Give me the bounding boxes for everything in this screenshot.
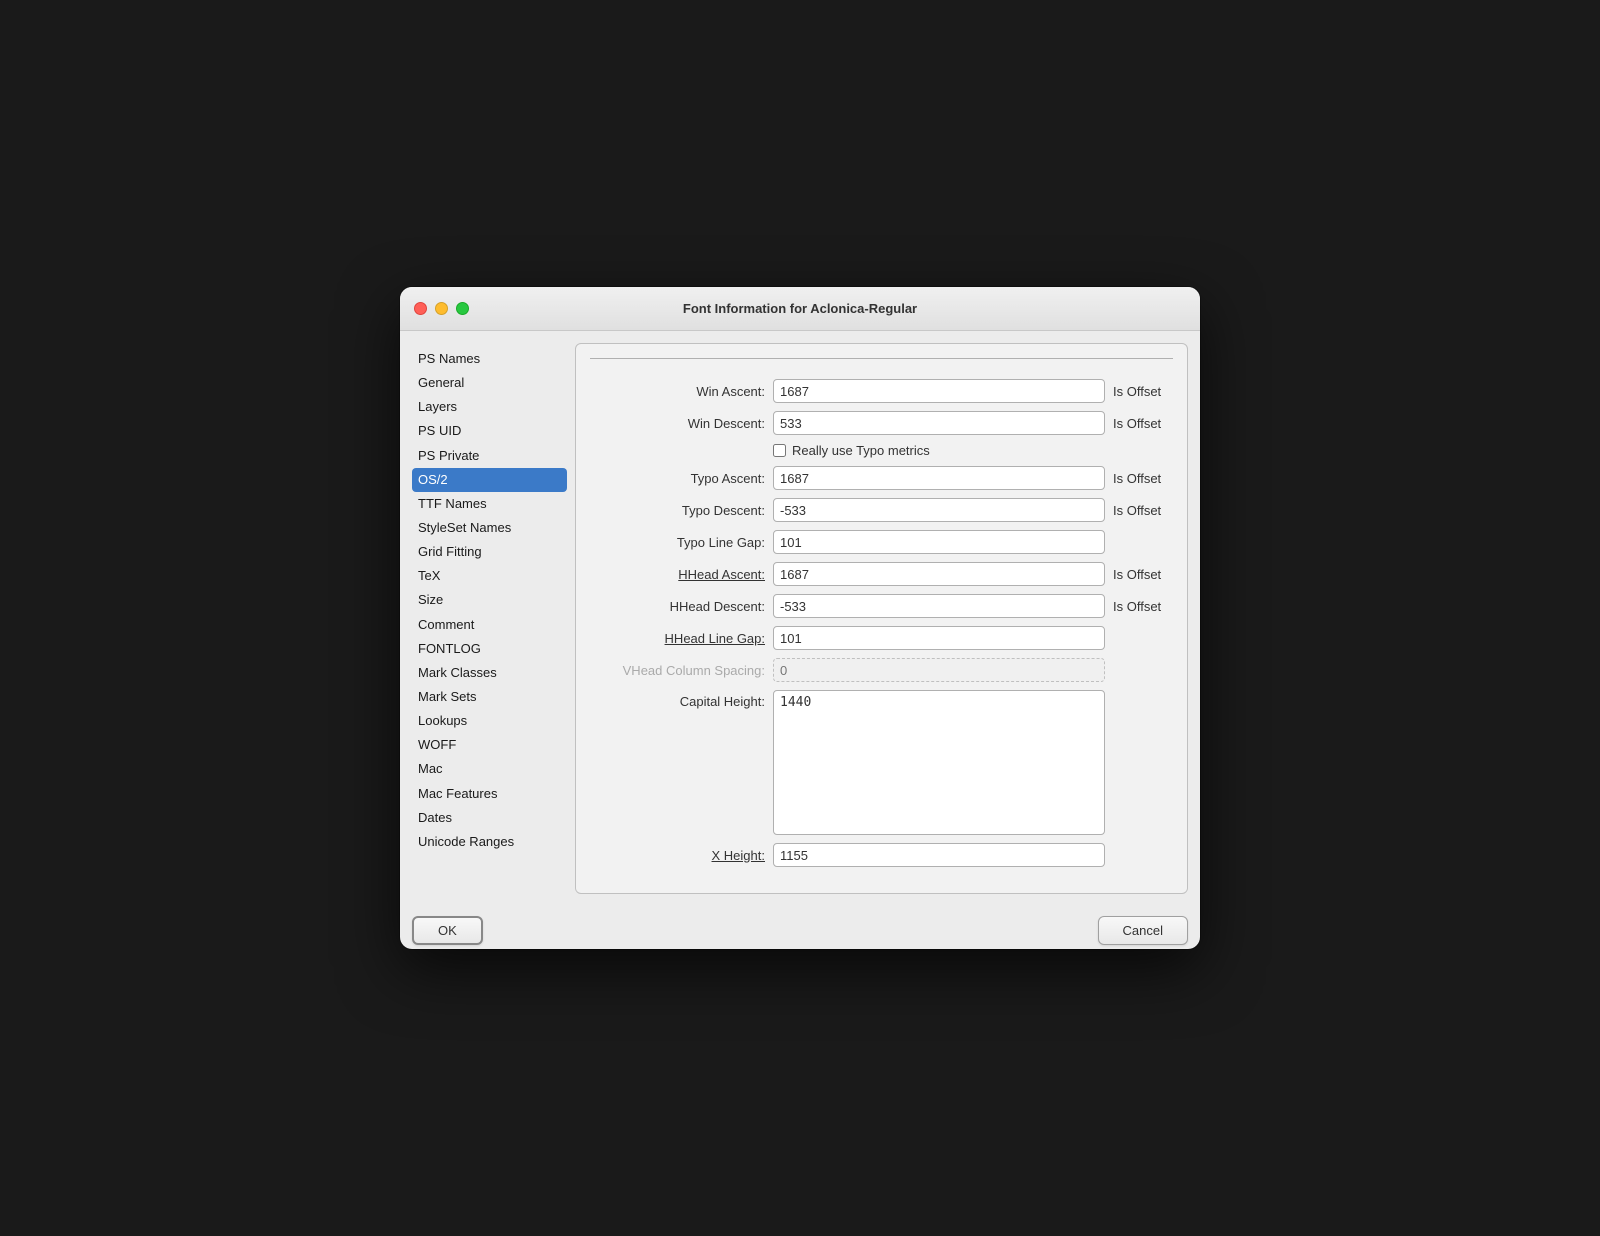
win-ascent-input[interactable] (773, 379, 1105, 403)
sidebar-item-ps-names[interactable]: PS Names (412, 347, 567, 371)
sidebar-item-general[interactable]: General (412, 371, 567, 395)
win-descent-row: Win Descent: Is Offset (590, 411, 1173, 435)
hhead-line-gap-row: HHead Line Gap: (590, 626, 1173, 650)
sidebar-item-layers[interactable]: Layers (412, 395, 567, 419)
hhead-ascent-label: HHead Ascent: (590, 567, 765, 582)
sidebar-item-ps-uid[interactable]: PS UID (412, 419, 567, 443)
typo-descent-offset: Is Offset (1113, 503, 1173, 518)
sidebar-item-woff[interactable]: WOFF (412, 733, 567, 757)
typo-descent-input[interactable] (773, 498, 1105, 522)
typo-ascent-input[interactable] (773, 466, 1105, 490)
maximize-button[interactable] (456, 302, 469, 315)
sidebar-item-comment[interactable]: Comment (412, 613, 567, 637)
typo-descent-row: Typo Descent: Is Offset (590, 498, 1173, 522)
titlebar: Font Information for Aclonica-Regular (400, 287, 1200, 331)
win-ascent-label: Win Ascent: (590, 384, 765, 399)
cancel-button[interactable]: Cancel (1098, 916, 1188, 945)
win-descent-label: Win Descent: (590, 416, 765, 431)
typo-line-gap-label: Typo Line Gap: (590, 535, 765, 550)
vhead-col-spacing-label: VHead Column Spacing: (590, 663, 765, 678)
x-height-row: X Height: (590, 843, 1173, 867)
vhead-col-spacing-input (773, 658, 1105, 682)
form-area: Win Ascent: Is Offset Win Descent: Is Of… (590, 375, 1173, 879)
sidebar-item-mark-sets[interactable]: Mark Sets (412, 685, 567, 709)
sidebar-item-dates[interactable]: Dates (412, 806, 567, 830)
hhead-ascent-input[interactable] (773, 562, 1105, 586)
hhead-descent-offset: Is Offset (1113, 599, 1173, 614)
hhead-ascent-offset: Is Offset (1113, 567, 1173, 582)
app-window: Font Information for Aclonica-Regular PS… (400, 287, 1200, 949)
sidebar-item-mac-features[interactable]: Mac Features (412, 782, 567, 806)
sidebar: PS NamesGeneralLayersPS UIDPS PrivateOS/… (412, 343, 567, 894)
sidebar-item-ps-private[interactable]: PS Private (412, 444, 567, 468)
hhead-descent-input[interactable] (773, 594, 1105, 618)
typo-line-gap-input[interactable] (773, 530, 1105, 554)
sidebar-item-lookups[interactable]: Lookups (412, 709, 567, 733)
typo-ascent-label: Typo Ascent: (590, 471, 765, 486)
hhead-line-gap-label: HHead Line Gap: (590, 631, 765, 646)
typo-metrics-row: Really use Typo metrics (590, 443, 1173, 458)
hhead-ascent-row: HHead Ascent: Is Offset (590, 562, 1173, 586)
win-descent-offset: Is Offset (1113, 416, 1173, 431)
main-panel: Win Ascent: Is Offset Win Descent: Is Of… (575, 343, 1188, 894)
sidebar-item-styleset-names[interactable]: StyleSet Names (412, 516, 567, 540)
x-height-input[interactable] (773, 843, 1105, 867)
x-height-label: X Height: (590, 848, 765, 863)
hhead-line-gap-input[interactable] (773, 626, 1105, 650)
sidebar-item-unicode-ranges[interactable]: Unicode Ranges (412, 830, 567, 854)
ok-button[interactable]: OK (412, 916, 483, 945)
minimize-button[interactable] (435, 302, 448, 315)
typo-metrics-checkbox[interactable] (773, 444, 786, 457)
close-button[interactable] (414, 302, 427, 315)
sidebar-item-mac[interactable]: Mac (412, 757, 567, 781)
win-ascent-offset: Is Offset (1113, 384, 1173, 399)
typo-ascent-offset: Is Offset (1113, 471, 1173, 486)
window-title: Font Information for Aclonica-Regular (683, 301, 917, 316)
capital-height-textarea[interactable] (773, 690, 1105, 835)
typo-ascent-row: Typo Ascent: Is Offset (590, 466, 1173, 490)
cancel-label: Cancel (1123, 923, 1163, 938)
ok-label: OK (438, 923, 457, 938)
sidebar-item-fontlog[interactable]: FONTLOG (412, 637, 567, 661)
win-ascent-row: Win Ascent: Is Offset (590, 379, 1173, 403)
hhead-descent-row: HHead Descent: Is Offset (590, 594, 1173, 618)
typo-line-gap-row: Typo Line Gap: (590, 530, 1173, 554)
traffic-lights (414, 302, 469, 315)
sidebar-item-grid-fitting[interactable]: Grid Fitting (412, 540, 567, 564)
sidebar-item-ttf-names[interactable]: TTF Names (412, 492, 567, 516)
typo-metrics-label: Really use Typo metrics (792, 443, 930, 458)
capital-height-label: Capital Height: (590, 690, 765, 709)
vhead-col-spacing-row: VHead Column Spacing: (590, 658, 1173, 682)
typo-descent-label: Typo Descent: (590, 503, 765, 518)
capital-height-row: Capital Height: (590, 690, 1173, 835)
sidebar-item-os2[interactable]: OS/2 (412, 468, 567, 492)
button-bar: OK Cancel (400, 906, 1200, 949)
sidebar-item-size[interactable]: Size (412, 588, 567, 612)
window-content: PS NamesGeneralLayersPS UIDPS PrivateOS/… (400, 331, 1200, 906)
sidebar-item-mark-classes[interactable]: Mark Classes (412, 661, 567, 685)
hhead-descent-label: HHead Descent: (590, 599, 765, 614)
win-descent-input[interactable] (773, 411, 1105, 435)
sidebar-item-tex[interactable]: TeX (412, 564, 567, 588)
tab-bar (590, 358, 1173, 359)
